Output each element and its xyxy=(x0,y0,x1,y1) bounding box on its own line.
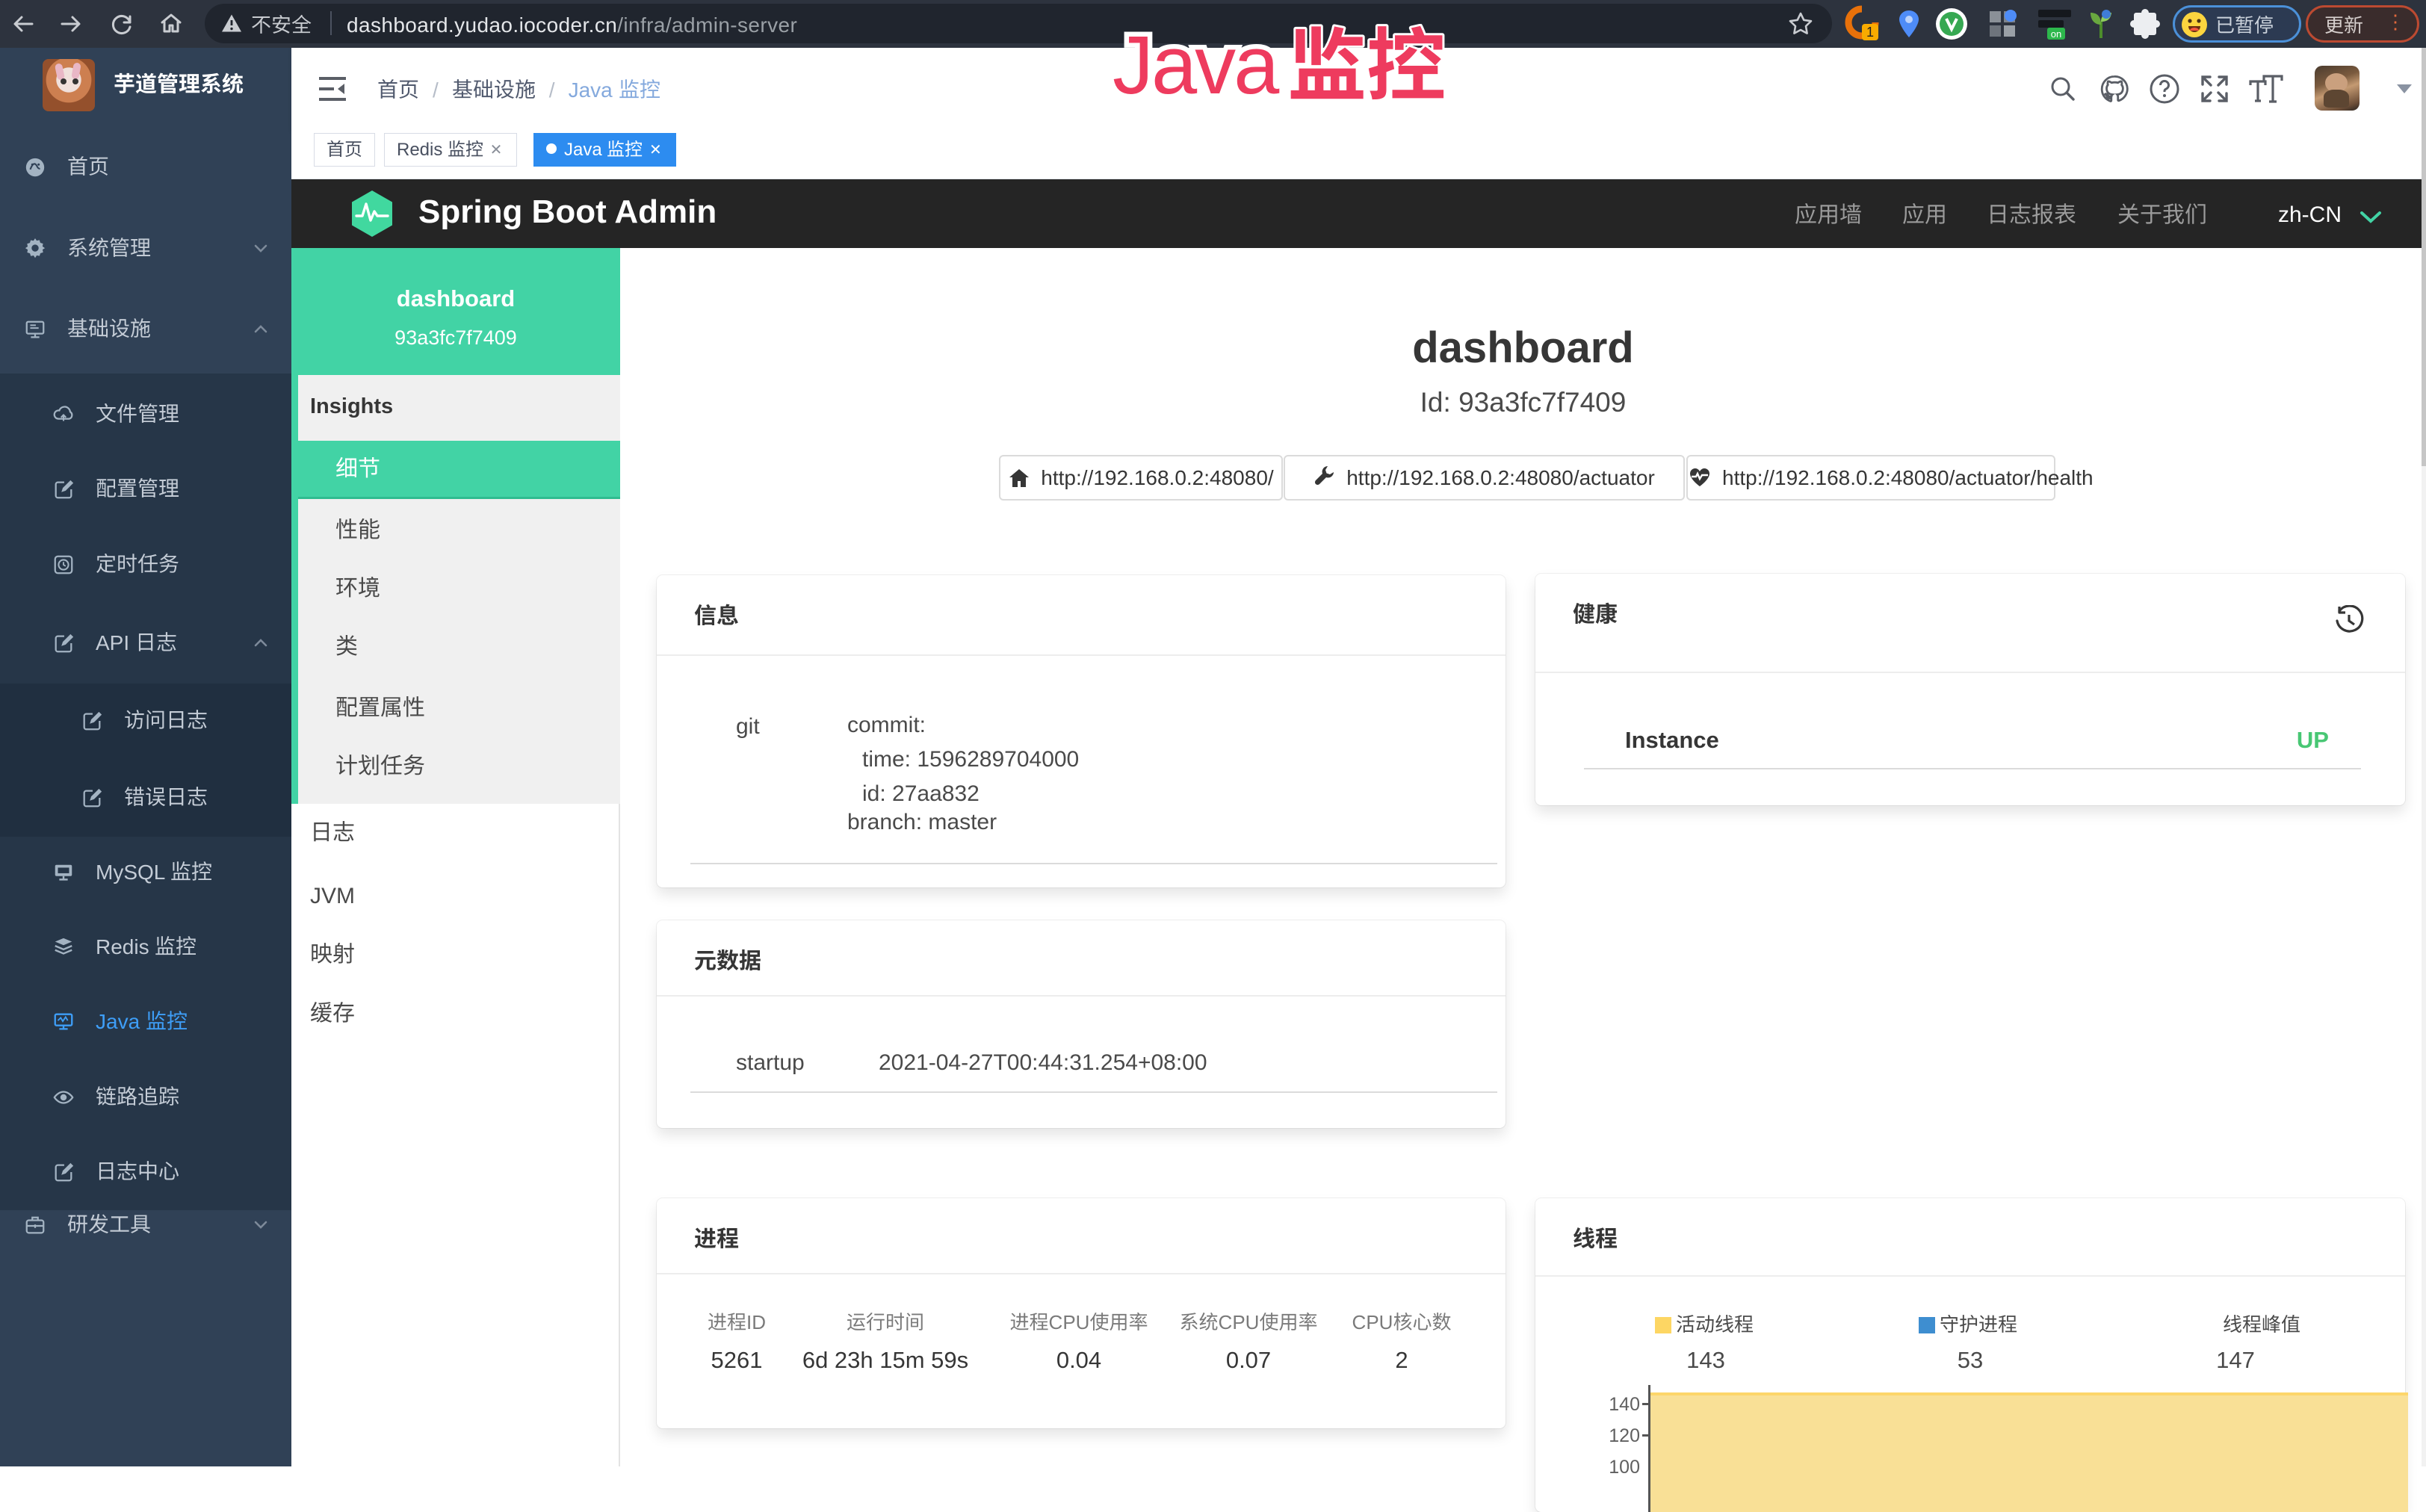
svg-text:on: on xyxy=(2051,28,2061,40)
svg-text:1: 1 xyxy=(1866,25,1874,40)
